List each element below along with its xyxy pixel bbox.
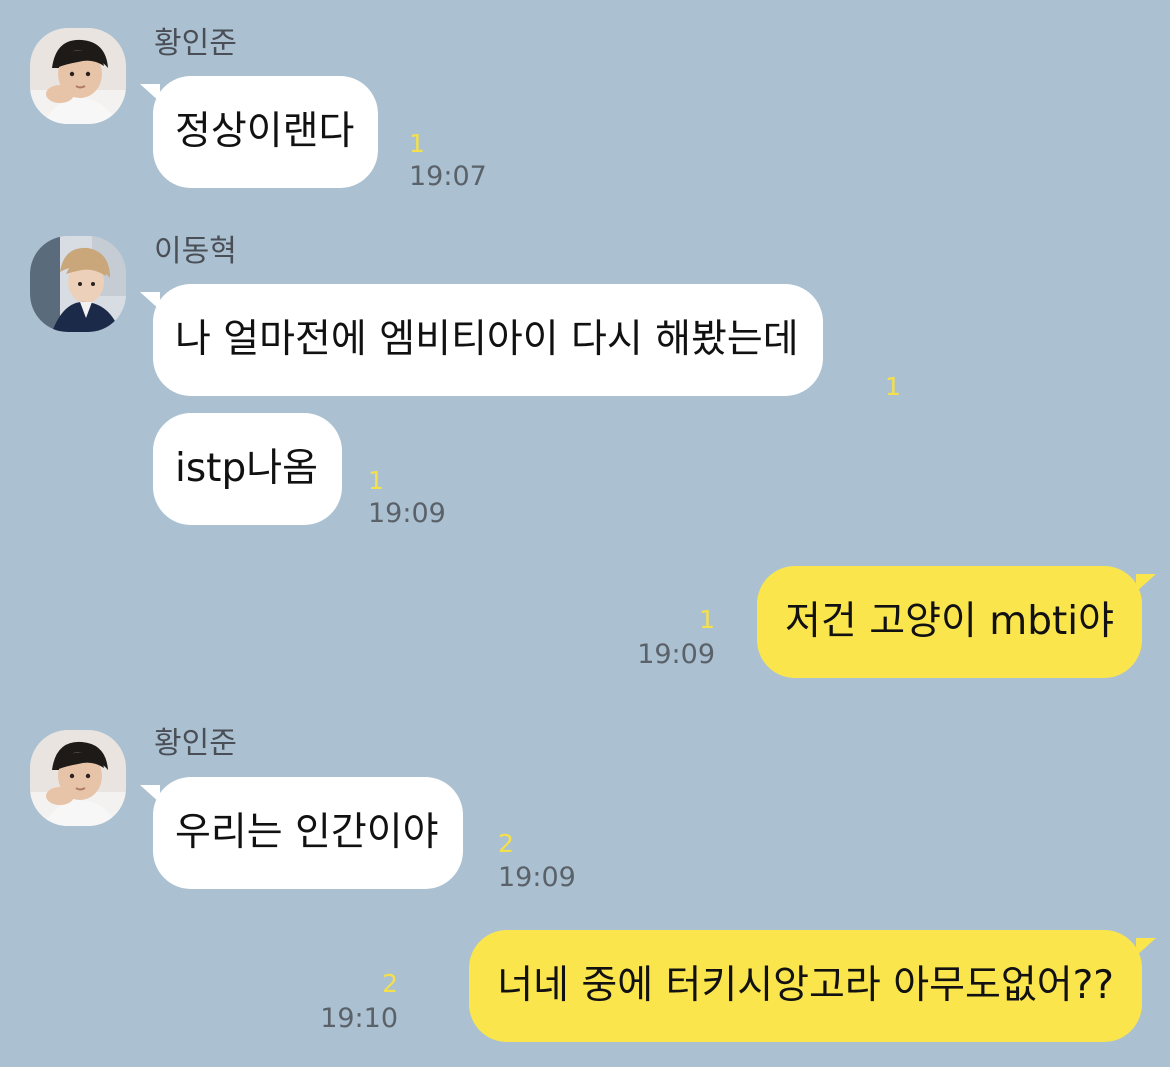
profile-photo-icon — [30, 28, 126, 124]
message-time: 19:07 — [409, 161, 487, 192]
message-bubble[interactable]: 나 얼마전에 엠비티아이 다시 해봤는데 — [153, 284, 823, 396]
avatar-sender-2[interactable] — [30, 236, 126, 332]
avatar-sender-3[interactable] — [30, 730, 126, 826]
message-time: 19:09 — [368, 498, 446, 529]
unread-count: 1 — [699, 605, 715, 634]
message-bubble[interactable]: 정상이랜다 — [153, 76, 379, 188]
message-time: 19:09 — [637, 639, 715, 670]
message-bubble-outgoing[interactable]: 저건 고양이 mbti야 — [757, 566, 1142, 678]
message-time: 19:10 — [320, 1003, 398, 1034]
message-time: 19:09 — [498, 862, 576, 893]
unread-count: 2 — [498, 829, 514, 858]
bubble-tail — [1136, 938, 1156, 956]
unread-count: 2 — [382, 969, 398, 998]
message-bubble-outgoing[interactable]: 너네 중에 터키시앙고라 아무도없어?? — [469, 930, 1142, 1042]
sender-name: 황인준 — [154, 726, 237, 761]
avatar-sender-1[interactable] — [30, 28, 126, 124]
bubble-tail — [1136, 574, 1156, 592]
message-bubble[interactable]: istp나옴 — [153, 413, 342, 525]
unread-count: 1 — [368, 466, 384, 495]
profile-photo-icon — [30, 730, 126, 826]
message-bubble[interactable]: 우리는 인간이야 — [153, 777, 463, 889]
profile-photo-icon — [30, 236, 126, 332]
unread-count: 1 — [409, 129, 425, 158]
sender-name: 이동혁 — [154, 234, 237, 269]
sender-name: 황인준 — [154, 26, 237, 61]
unread-count: 1 — [885, 372, 901, 401]
